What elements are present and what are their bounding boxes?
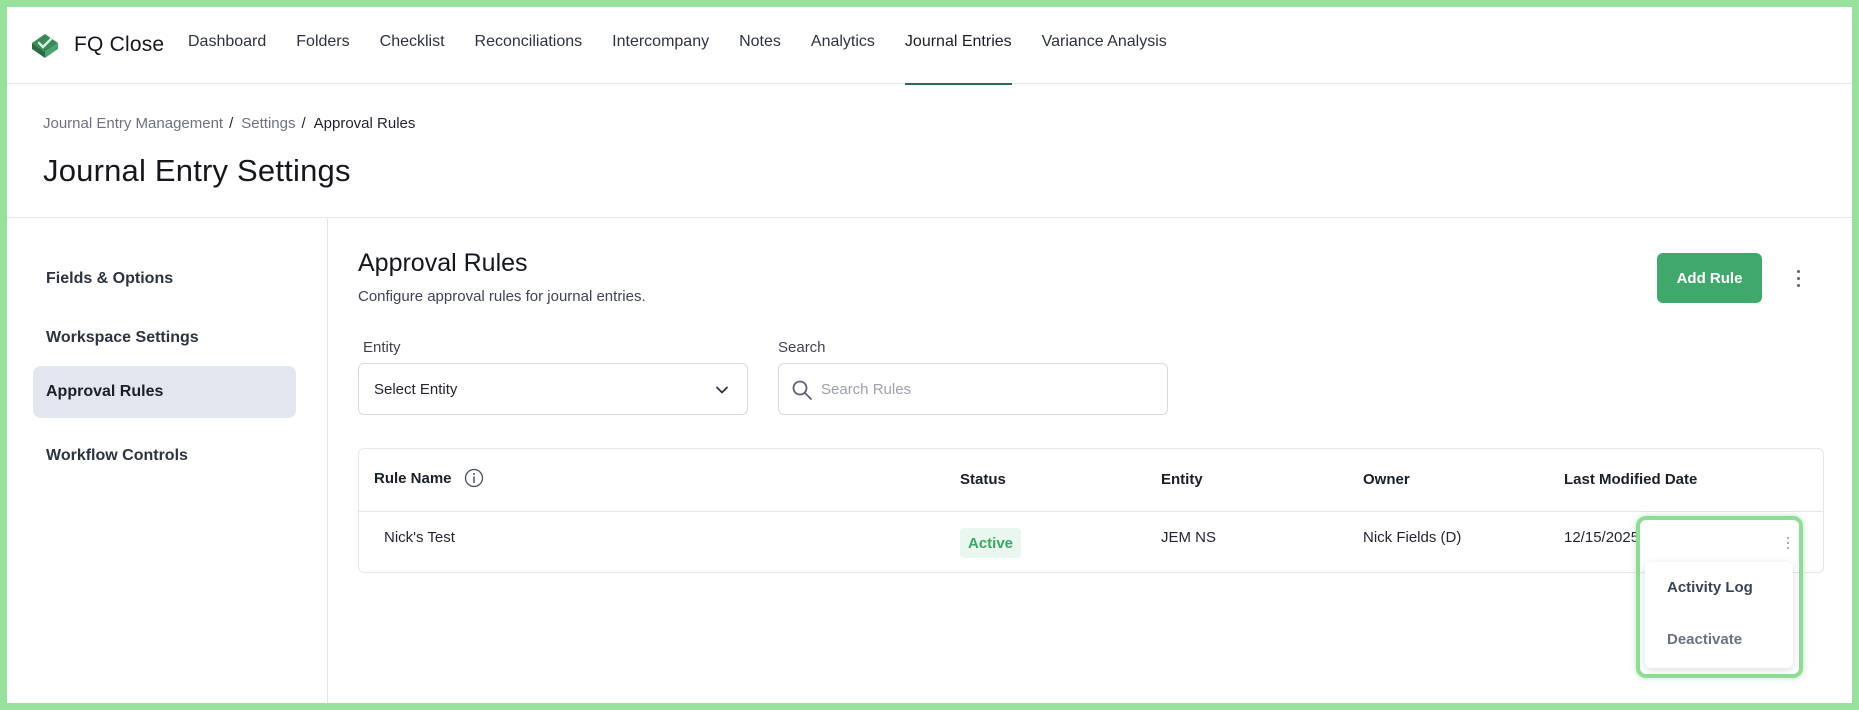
info-icon[interactable] bbox=[464, 468, 484, 488]
fq-logo-icon bbox=[32, 34, 58, 58]
entity-label: Entity bbox=[363, 339, 401, 356]
cell-entity: JEM NS bbox=[1161, 529, 1217, 546]
brand-name: FQ Close bbox=[74, 33, 165, 56]
sidebar-item-workflow-controls[interactable]: Workflow Controls bbox=[33, 430, 296, 482]
breadcrumb-settings[interactable]: Settings bbox=[241, 115, 295, 132]
search-icon bbox=[792, 380, 812, 400]
status-badge: Active bbox=[960, 528, 1022, 558]
page-title: Journal Entry Settings bbox=[43, 153, 351, 188]
section-subtitle: Configure approval rules for journal ent… bbox=[358, 288, 646, 305]
breadcrumb-separator: / bbox=[301, 115, 306, 132]
sidebar-item-fields-options[interactable]: Fields & Options bbox=[33, 253, 296, 305]
cell-last-modified-date: 12/15/2025 bbox=[1564, 529, 1640, 546]
more-options-icon[interactable] bbox=[1788, 262, 1808, 294]
column-header-rule-name-label: Rule Name bbox=[374, 469, 452, 487]
search-field bbox=[778, 363, 1168, 415]
breadcrumb: Journal Entry Management / Settings / Ap… bbox=[43, 115, 415, 132]
entity-select[interactable]: Select Entity bbox=[358, 363, 748, 415]
nav-checklist[interactable]: Checklist bbox=[380, 0, 445, 84]
nav-intercompany[interactable]: Intercompany bbox=[612, 0, 709, 84]
sidebar-item-approval-rules[interactable]: Approval Rules bbox=[33, 366, 296, 418]
menu-item-activity-log[interactable]: Activity Log bbox=[1667, 579, 1753, 596]
settings-sidebar: Fields & Options Workspace Settings Appr… bbox=[7, 218, 328, 703]
search-input[interactable] bbox=[821, 364, 1161, 414]
nav-items: Dashboard Folders Checklist Reconciliati… bbox=[188, 0, 1197, 85]
breadcrumb-separator: / bbox=[229, 115, 234, 132]
nav-journal-entries[interactable]: Journal Entries bbox=[904, 0, 1012, 85]
nav-reconciliations[interactable]: Reconciliations bbox=[475, 0, 583, 84]
menu-item-deactivate[interactable]: Deactivate bbox=[1667, 631, 1742, 648]
column-header-rule-name[interactable]: Rule Name bbox=[374, 468, 484, 488]
sidebar-item-workspace-settings[interactable]: Workspace Settings bbox=[33, 312, 296, 364]
column-header-entity[interactable]: Entity bbox=[1161, 471, 1203, 488]
cell-owner: Nick Fields (D) bbox=[1363, 529, 1462, 546]
add-rule-button[interactable]: Add Rule bbox=[1657, 253, 1762, 303]
breadcrumb-approval-rules: Approval Rules bbox=[313, 115, 416, 132]
search-label: Search bbox=[778, 339, 826, 356]
brand[interactable]: FQ Close bbox=[30, 30, 164, 60]
column-header-status[interactable]: Status bbox=[960, 471, 1006, 488]
nav-dashboard[interactable]: Dashboard bbox=[188, 0, 266, 84]
nav-analytics[interactable]: Analytics bbox=[811, 0, 875, 84]
nav-variance-analysis[interactable]: Variance Analysis bbox=[1042, 0, 1167, 84]
nav-notes[interactable]: Notes bbox=[739, 0, 781, 84]
table-header: Rule Name Status Entity Owner Last Modif… bbox=[359, 449, 1823, 512]
chevron-down-icon bbox=[716, 386, 728, 394]
section-title: Approval Rules bbox=[358, 249, 528, 277]
column-header-owner[interactable]: Owner bbox=[1363, 471, 1410, 488]
column-header-last-modified-date[interactable]: Last Modified Date bbox=[1564, 471, 1697, 488]
nav-folders[interactable]: Folders bbox=[296, 0, 349, 84]
entity-select-value: Select Entity bbox=[374, 380, 458, 398]
breadcrumb-journal-entry-management[interactable]: Journal Entry Management bbox=[43, 115, 223, 132]
approval-rules-table: Rule Name Status Entity Owner Last Modif… bbox=[358, 448, 1824, 573]
row-actions-menu: Activity Log Deactivate bbox=[1645, 562, 1793, 668]
top-nav: FQ Close Dashboard Folders Checklist Rec… bbox=[0, 0, 1859, 85]
cell-rule-name[interactable]: Nick's Test bbox=[384, 529, 455, 546]
